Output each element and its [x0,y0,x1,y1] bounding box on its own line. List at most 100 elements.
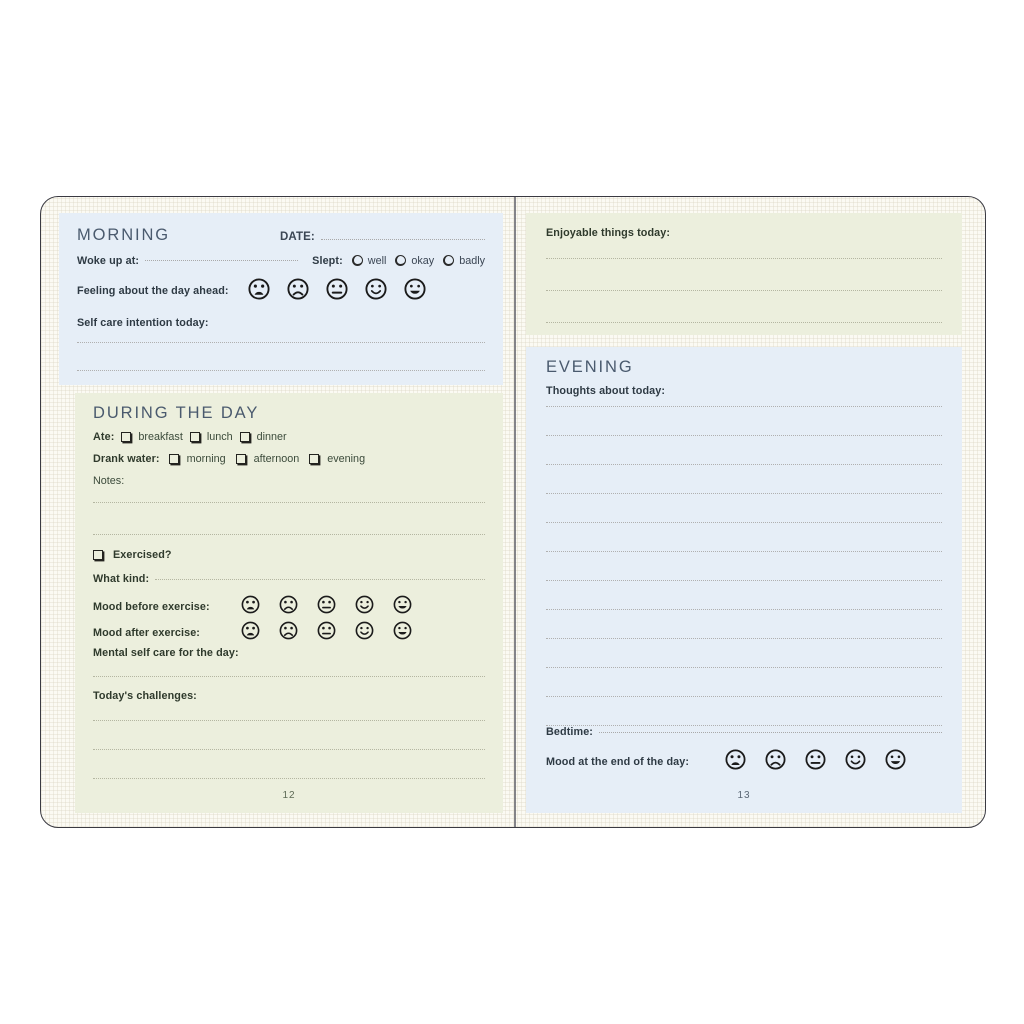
radio-slept-well[interactable] [351,255,363,266]
neutral-face[interactable] [326,277,348,305]
evening-panel: EVENING Thoughts about today: Bedtime: M… [526,347,962,813]
writing-line[interactable] [546,434,942,436]
mood-scale-before-exercise[interactable] [241,595,412,619]
bedtime-label: Bedtime: [546,726,593,738]
very-happy-face[interactable] [393,621,412,645]
very-sad-face[interactable] [241,621,260,645]
ate-option-breakfast: breakfast [138,430,183,443]
exercised-label: Exercised? [113,549,172,561]
page-number-right: 13 [737,790,751,801]
thoughts-about-today-label: Thoughts about today: [546,384,666,397]
end-of-day-mood-label: Mood at the end of the day: [546,756,690,768]
checkbox-ate-breakfast[interactable] [121,431,132,442]
writing-line[interactable] [93,748,485,750]
checkbox-water-afternoon[interactable] [235,453,246,464]
writing-line[interactable] [546,289,942,291]
sad-face[interactable] [765,749,786,775]
slept-option-badly: badly [459,254,485,267]
water-option-afternoon: afternoon [253,452,300,465]
writing-line[interactable] [546,321,942,323]
very-sad-face[interactable] [248,277,270,305]
happy-face[interactable] [355,595,374,619]
happy-face[interactable] [845,749,866,775]
writing-line[interactable] [546,666,942,668]
bedtime-input-line[interactable] [599,731,942,733]
enjoyable-things-lines[interactable] [546,257,942,323]
neutral-face[interactable] [805,749,826,775]
writing-line[interactable] [93,501,485,503]
ate-option-lunch: lunch [206,430,233,443]
writing-line[interactable] [546,637,942,639]
checkbox-exercised[interactable] [93,550,103,560]
feeling-day-ahead-label: Feeling about the day ahead: [77,285,229,297]
radio-slept-okay[interactable] [395,255,407,266]
writing-line[interactable] [93,675,485,677]
checkbox-water-morning[interactable] [168,453,179,464]
writing-line[interactable] [546,463,942,465]
what-kind-input-line[interactable] [155,578,485,580]
writing-line[interactable] [546,405,942,407]
left-page: MORNING DATE: Woke up at: Slept: well ok… [41,197,514,827]
neutral-face[interactable] [317,621,336,645]
very-sad-face[interactable] [725,749,746,775]
writing-line[interactable] [546,492,942,494]
sad-face[interactable] [287,277,309,305]
happy-face[interactable] [365,277,387,305]
writing-line[interactable] [93,719,485,721]
slept-label: Slept: [312,254,343,267]
page-number-left: 12 [282,790,296,801]
writing-line[interactable] [77,369,485,371]
very-sad-face[interactable] [241,595,260,619]
ate-label: Ate: [93,430,115,443]
mood-scale-after-exercise[interactable] [241,621,412,645]
ate-option-dinner: dinner [256,430,287,443]
writing-line[interactable] [546,257,942,259]
checkbox-water-evening[interactable] [309,453,320,464]
woke-up-label: Woke up at: [77,254,140,267]
happy-face[interactable] [355,621,374,645]
sad-face[interactable] [279,595,298,619]
writing-line[interactable] [546,550,942,552]
checkbox-ate-lunch[interactable] [189,431,200,442]
right-page: Enjoyable things today: EVENING Thoughts… [516,197,985,827]
checkbox-ate-dinner[interactable] [239,431,250,442]
writing-line[interactable] [77,341,485,343]
morning-heading: MORNING [77,226,171,244]
sad-face[interactable] [279,621,298,645]
self-care-intention-lines[interactable] [77,341,485,371]
notes-label: Notes: [93,474,125,487]
writing-line[interactable] [546,521,942,523]
very-happy-face[interactable] [393,595,412,619]
mood-scale-morning[interactable] [248,277,426,305]
woke-up-input-line[interactable] [145,259,299,261]
during-the-day-heading: DURING THE DAY [93,404,260,422]
water-option-evening: evening [327,452,366,465]
notes-lines[interactable] [93,501,485,535]
writing-line[interactable] [546,695,942,697]
thoughts-about-today-lines[interactable] [546,405,942,726]
todays-challenges-label: Today's challenges: [93,690,197,702]
self-care-intention-label: Self care intention today: [77,316,209,329]
very-happy-face[interactable] [404,277,426,305]
writing-line[interactable] [546,608,942,610]
slept-option-well: well [367,254,387,267]
writing-line[interactable] [546,579,942,581]
neutral-face[interactable] [317,595,336,619]
very-happy-face[interactable] [885,749,906,775]
todays-challenges-lines[interactable] [93,719,485,779]
mental-self-care-lines[interactable] [93,675,485,677]
enjoyable-things-panel: Enjoyable things today: [526,213,962,335]
notebook-spread: MORNING DATE: Woke up at: Slept: well ok… [40,196,986,828]
writing-line[interactable] [93,533,485,535]
writing-line[interactable] [93,777,485,779]
drank-water-label: Drank water: [93,452,160,465]
date-input-line[interactable] [320,238,485,240]
mood-scale-end-of-day[interactable] [725,749,906,775]
radio-slept-badly[interactable] [443,255,455,266]
evening-heading: EVENING [546,358,634,376]
mood-before-exercise-label: Mood before exercise: [93,601,210,613]
water-option-morning: morning [186,452,226,465]
date-label: DATE: [280,231,315,243]
mental-self-care-label: Mental self care for the day: [93,647,239,659]
slept-option-okay: okay [411,254,435,267]
